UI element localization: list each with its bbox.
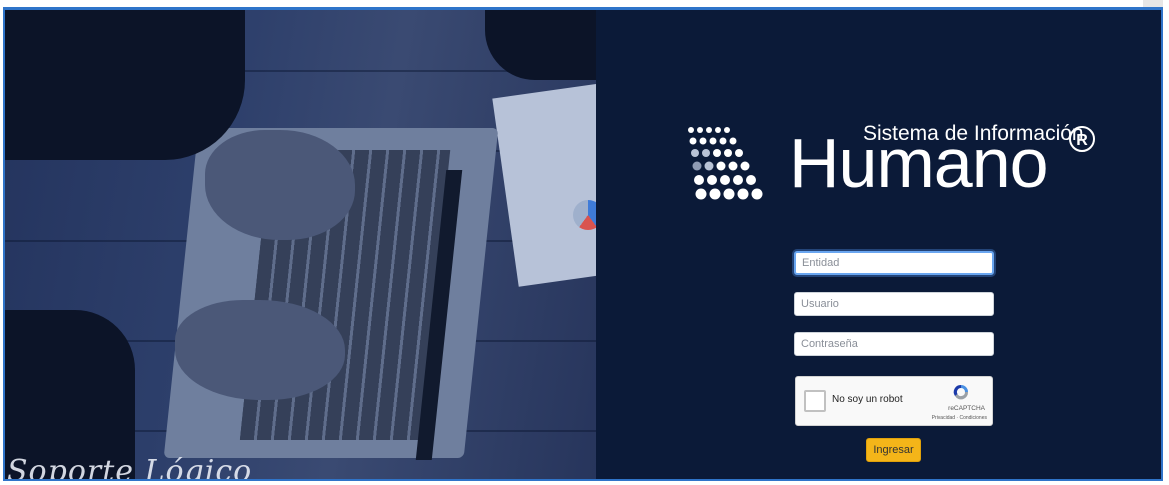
paper-chart	[573, 200, 596, 230]
recaptcha-terms-link[interactable]: Privacidad · Condiciones	[932, 415, 987, 421]
password-input[interactable]	[794, 332, 994, 356]
window-corner	[1143, 0, 1163, 7]
recaptcha-label: No soy un robot	[832, 394, 903, 405]
recaptcha-logo-icon	[953, 384, 969, 400]
usuario-input[interactable]	[794, 292, 994, 316]
recaptcha-widget: No soy un robot reCAPTCHA Privacidad · C…	[795, 376, 993, 426]
recaptcha-brand: reCAPTCHA	[948, 405, 985, 412]
ingresar-button[interactable]: Ingresar	[866, 438, 921, 462]
recaptcha-checkbox[interactable]	[804, 390, 826, 412]
watermark-text: Soporte Lógico	[7, 454, 253, 479]
registered-icon: R	[1069, 126, 1095, 152]
brand-logo: Sistema de Información Humano R	[685, 118, 1105, 214]
hand-lower	[175, 300, 345, 400]
brand-name: Humano	[789, 124, 1049, 202]
sleeve-top	[5, 10, 245, 160]
top-strip	[0, 0, 1169, 7]
hand-upper	[205, 130, 355, 240]
entidad-input[interactable]	[794, 251, 994, 275]
background-photo: Soporte Lógico	[5, 10, 596, 479]
login-page: Soporte Lógico Sistema de Información Hu…	[3, 7, 1163, 481]
paper-document	[492, 83, 596, 287]
dots-logo-icon	[688, 127, 763, 200]
